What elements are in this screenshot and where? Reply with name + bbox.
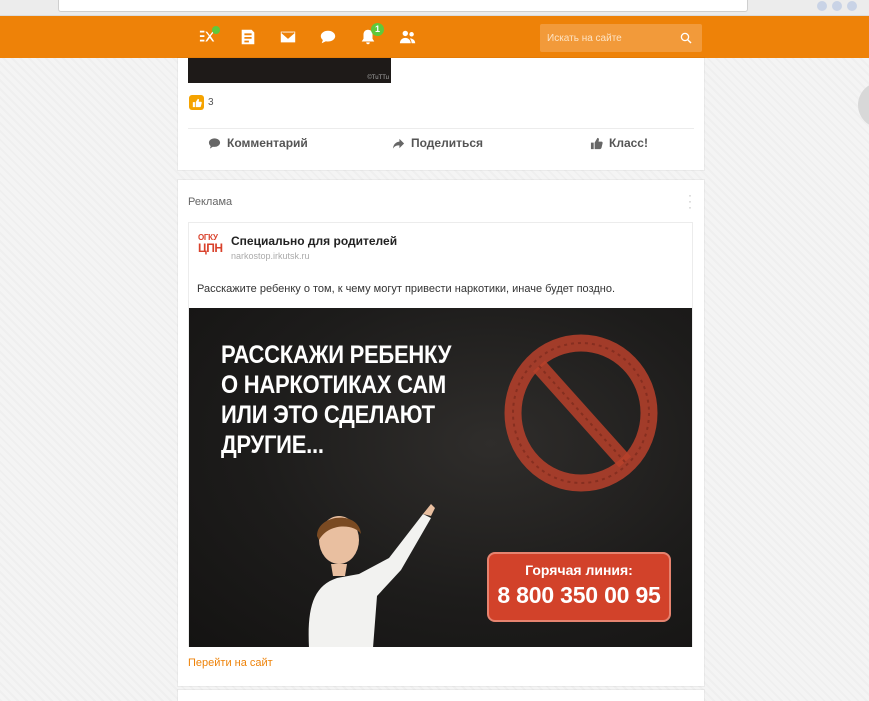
notifications-icon[interactable]: 1 (348, 23, 388, 50)
browser-address-strip (0, 0, 869, 16)
post-image-caption: ©TuTTu (367, 75, 389, 81)
extension-icon[interactable] (817, 1, 827, 11)
advertiser-logo[interactable]: ОГКУ ЦПН (198, 233, 224, 259)
extension-icon[interactable] (847, 1, 857, 11)
comment-button[interactable]: Комментарий (208, 136, 308, 150)
hotline-number: 8 800 350 00 95 (497, 582, 661, 608)
ad-text: Расскажите ребенку о том, к чему могут п… (197, 283, 615, 295)
banner-headline-line: ИЛИ ЭТО СДЕЛАЮТ (221, 401, 435, 429)
search-input[interactable] (540, 24, 680, 52)
banner-headline: РАССКАЖИ РЕБЕНКУ О НАРКОТИКАХ САМ ИЛИ ЭТ… (221, 340, 485, 460)
online-status-dot (212, 26, 220, 34)
like-summary[interactable]: 3 (189, 95, 214, 110)
hotline-label: Горячая линия: (525, 562, 633, 578)
ad-content[interactable]: ОГКУ ЦПН Специально для родителей narkos… (188, 222, 693, 647)
share-button[interactable]: Поделиться (392, 136, 483, 150)
share-label: Поделиться (411, 136, 484, 150)
browser-url-bar[interactable] (58, 0, 748, 12)
toolbar-icons: 1 (188, 23, 428, 50)
go-to-site-link[interactable]: Перейти на сайт (188, 657, 273, 669)
feed-icon[interactable] (228, 24, 268, 50)
site-search (540, 24, 702, 52)
messages-icon[interactable] (268, 24, 308, 50)
ad-label: Реклама (188, 196, 233, 208)
post-image[interactable]: ©TuTTu (188, 58, 391, 83)
class-label: Класс! (609, 136, 648, 150)
extension-icon[interactable] (832, 1, 842, 11)
comment-label: Комментарий (227, 136, 308, 150)
banner-headline-line: РАССКАЖИ РЕБЕНКУ (221, 341, 452, 369)
banner-headline-line: ДРУГИЕ... (221, 431, 324, 459)
next-feed-card (178, 690, 704, 701)
ad-banner-image[interactable]: РАССКАЖИ РЕБЕНКУ О НАРКОТИКАХ САМ ИЛИ ЭТ… (189, 308, 692, 647)
prohibition-sign-icon (504, 334, 658, 492)
comment-icon (208, 137, 221, 149)
share-arrow-icon (392, 138, 405, 149)
guests-icon[interactable] (388, 24, 428, 50)
hotline-box: Горячая линия: 8 800 350 00 95 (487, 552, 671, 622)
class-button[interactable]: Класс! (590, 136, 648, 150)
feed-post: ©TuTTu 3 Комментарий Поделиться Класс! (178, 58, 704, 170)
banner-headline-line: О НАРКОТИКАХ САМ (221, 371, 446, 399)
top-toolbar: 1 (0, 16, 869, 58)
divider (188, 128, 694, 129)
friends-activity-icon[interactable] (188, 24, 228, 50)
thumb-up-icon (590, 137, 603, 149)
ad-domain: narkostop.irkutsk.ru (231, 251, 310, 261)
browser-extension-icons (817, 1, 857, 11)
post-actions: Комментарий Поделиться Класс! (178, 136, 704, 158)
more-options-icon[interactable]: · · · (688, 189, 692, 213)
like-count: 3 (208, 97, 214, 108)
search-icon[interactable] (680, 32, 692, 44)
ad-card: Реклама · · · ОГКУ ЦПН Специально для роди… (178, 180, 704, 686)
logo-text-bottom: ЦПН (198, 241, 223, 255)
discussions-icon[interactable] (308, 24, 348, 50)
thumb-up-icon (189, 95, 204, 110)
boy-pointing-illustration (308, 504, 435, 647)
notifications-badge: 1 (371, 23, 384, 36)
ad-title[interactable]: Специально для родителей (231, 234, 397, 248)
